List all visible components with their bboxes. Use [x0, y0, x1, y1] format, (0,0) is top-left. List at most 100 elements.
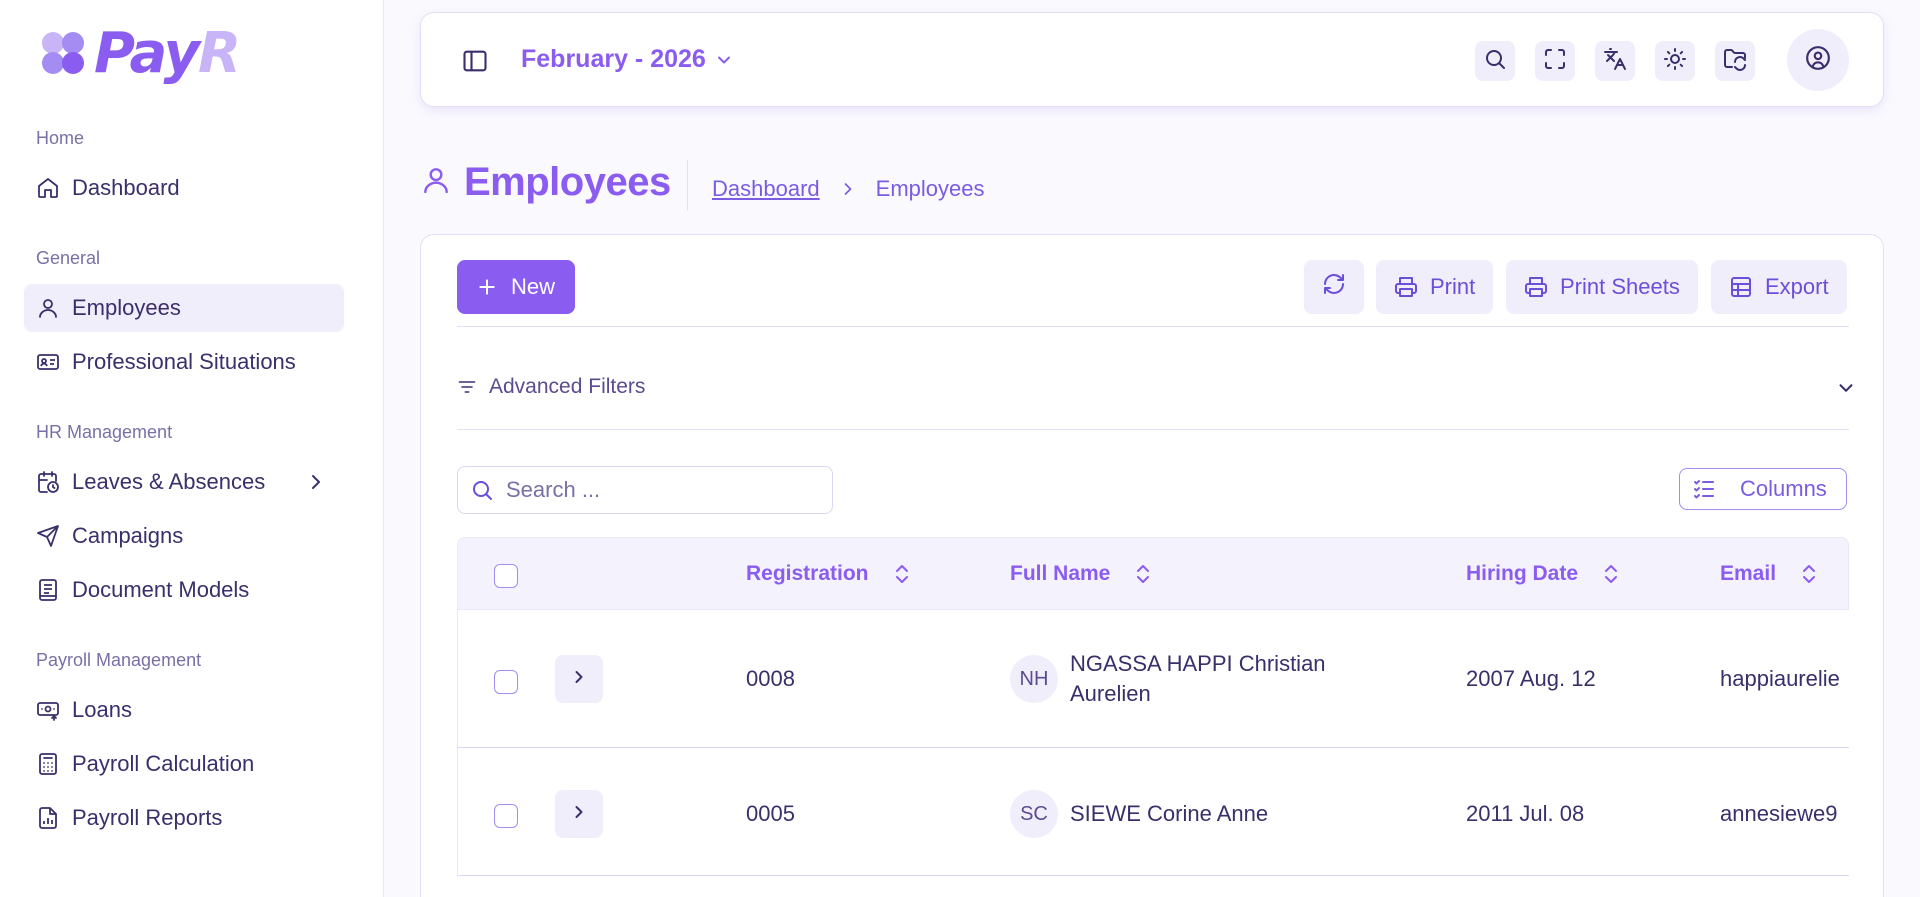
- sort-icon: [1134, 564, 1152, 584]
- cell-full-name: SIEWE Corine Anne: [1070, 801, 1269, 826]
- sidebar-item-label: Employees: [72, 295, 181, 320]
- expand-row-button[interactable]: [555, 655, 603, 703]
- column-header-email[interactable]: Email: [1720, 562, 1818, 586]
- column-header-registration[interactable]: Registration: [746, 562, 911, 586]
- sidebar-item-label: Payroll Calculation: [72, 751, 255, 776]
- column-header-label: Registration: [746, 562, 869, 585]
- columns-button-label: Columns: [1740, 476, 1827, 501]
- new-button-label: New: [510, 274, 555, 299]
- calendar-clock-icon: [36, 470, 60, 494]
- search-button[interactable]: [1475, 41, 1515, 81]
- nav-section-general: General: [36, 248, 101, 268]
- sort-icon: [1800, 564, 1818, 584]
- row-checkbox[interactable]: [494, 670, 518, 694]
- sidebar-item-campaigns[interactable]: Campaigns: [24, 512, 344, 560]
- column-header-label: Hiring Date: [1466, 562, 1579, 585]
- page-title: Employees: [464, 160, 671, 204]
- sidebar-item-loans[interactable]: Loans: [24, 686, 344, 734]
- avatar: SC: [1010, 790, 1058, 838]
- user-icon: [420, 162, 452, 203]
- period-selector[interactable]: February - 2026: [521, 45, 734, 74]
- sidebar-item-label: Leaves & Absences: [72, 469, 266, 494]
- sidebar-item-leaves-absences[interactable]: Leaves & Absences: [24, 458, 344, 506]
- cell-email: annesiewe9: [1720, 801, 1838, 826]
- chevron-right-icon: [838, 179, 858, 199]
- expand-row-button[interactable]: [555, 790, 603, 838]
- nav-section-payroll-management: Payroll Management: [36, 650, 202, 670]
- list-checks-icon: [1692, 477, 1716, 501]
- send-icon: [36, 524, 60, 548]
- id-card-icon: [36, 350, 60, 374]
- topbar: February - 2026: [420, 12, 1884, 107]
- fullscreen-icon: [1543, 47, 1567, 76]
- new-button[interactable]: New: [457, 260, 575, 314]
- columns-button[interactable]: Columns: [1679, 468, 1847, 510]
- column-header-hiring-date[interactable]: Hiring Date: [1466, 562, 1620, 586]
- sidebar-item-label: Payroll Reports: [72, 805, 223, 830]
- sidebar-item-document-models[interactable]: Document Models: [24, 566, 344, 614]
- search-icon: [1483, 47, 1507, 76]
- cell-registration: 0008: [746, 666, 795, 691]
- divider: [457, 326, 1849, 327]
- avatar: NH: [1010, 655, 1058, 703]
- home-icon: [36, 176, 60, 200]
- sidebar-item-payroll-calculation[interactable]: Payroll Calculation: [24, 740, 344, 788]
- chevron-down-icon[interactable]: [1835, 377, 1857, 399]
- export-button[interactable]: Export: [1711, 260, 1847, 314]
- theme-toggle-button[interactable]: [1655, 41, 1695, 81]
- profile-button[interactable]: [1787, 29, 1849, 91]
- print-sheets-button[interactable]: Print Sheets: [1506, 260, 1698, 314]
- select-all-checkbox[interactable]: [494, 564, 518, 588]
- search-input[interactable]: [506, 477, 826, 503]
- logo-text-r: R: [198, 21, 241, 86]
- chevron-right-icon: [304, 470, 328, 494]
- sidebar-item-dashboard[interactable]: Dashboard: [24, 164, 344, 212]
- language-button[interactable]: [1595, 41, 1635, 81]
- column-header-label: Full Name: [1010, 562, 1111, 585]
- chevron-right-icon: [569, 802, 589, 827]
- sidebar-toggle-icon[interactable]: [461, 47, 489, 75]
- cell-hiring-date: 2011 Jul. 08: [1466, 801, 1585, 826]
- plus-icon: [477, 277, 497, 297]
- breadcrumb-current: Employees: [875, 176, 985, 201]
- divider: [457, 429, 1849, 430]
- cell-email: happiaurelie: [1720, 666, 1840, 691]
- refresh-button[interactable]: [1304, 260, 1364, 314]
- employees-card: New Print Print Sheets Export Advanced F…: [420, 234, 1884, 897]
- sidebar: PayR Home Dashboard General Employees Pr…: [0, 0, 384, 897]
- banknote-icon: [36, 698, 60, 722]
- table-row[interactable]: 0008 NH NGASSA HAPPI Christian Aurelien …: [457, 610, 1849, 748]
- fullscreen-button[interactable]: [1535, 41, 1575, 81]
- print-button-label: Print: [1430, 274, 1476, 299]
- advanced-filters-toggle[interactable]: Advanced Filters: [457, 375, 645, 399]
- logo-mark-icon: [40, 30, 88, 78]
- sort-icon: [893, 564, 911, 584]
- sidebar-item-label: Campaigns: [72, 523, 184, 548]
- sort-icon: [1602, 564, 1620, 584]
- row-checkbox[interactable]: [494, 804, 518, 828]
- cell-registration: 0005: [746, 801, 795, 826]
- sidebar-item-label: Professional Situations: [72, 349, 296, 374]
- printer-icon: [1394, 275, 1418, 299]
- breadcrumb-link-dashboard[interactable]: Dashboard: [712, 176, 820, 202]
- sidebar-item-label: Dashboard: [72, 175, 180, 200]
- translate-icon: [1603, 47, 1627, 76]
- sidebar-item-label: Loans: [72, 697, 132, 722]
- nav-section-home: Home: [36, 128, 85, 148]
- table-row[interactable]: 0005 SC SIEWE Corine Anne 2011 Jul. 08 a…: [457, 748, 1849, 876]
- table-export-icon: [1729, 275, 1753, 299]
- sidebar-item-employees[interactable]: Employees: [24, 284, 344, 332]
- print-sheets-button-label: Print Sheets: [1560, 274, 1680, 299]
- column-header-full-name[interactable]: Full Name: [1010, 562, 1152, 586]
- column-header-label: Email: [1720, 562, 1777, 585]
- folder-sync-button[interactable]: [1715, 41, 1755, 81]
- logo-text: PayR: [94, 21, 241, 86]
- export-button-label: Export: [1765, 274, 1829, 299]
- folder-sync-icon: [1723, 47, 1747, 76]
- employees-table: Registration Full Name Hiring Date Email: [457, 537, 1849, 897]
- app-logo[interactable]: PayR: [40, 21, 241, 86]
- print-button[interactable]: Print: [1376, 260, 1494, 314]
- printer-icon: [1524, 275, 1548, 299]
- sidebar-item-professional-situations[interactable]: Professional Situations: [24, 338, 344, 386]
- sidebar-item-payroll-reports[interactable]: Payroll Reports: [24, 794, 344, 842]
